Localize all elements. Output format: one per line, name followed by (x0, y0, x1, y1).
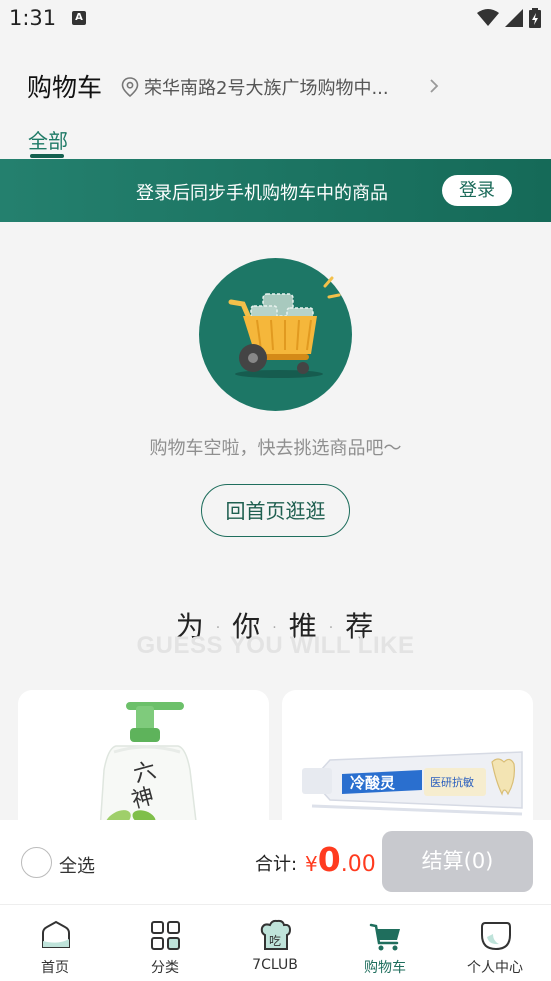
location-pin-icon (121, 77, 139, 97)
login-prompt-text: 登录后同步手机购物车中的商品 (136, 183, 388, 204)
nav-item-7club[interactable]: 吃 7CLUB (220, 905, 330, 981)
svg-text:医研抗敏: 医研抗敏 (430, 775, 474, 789)
empty-cart-illustration (199, 258, 352, 411)
nav-label-category: 分类 (151, 960, 179, 976)
total-amount-decimal: .00 (340, 852, 376, 877)
nav-item-profile[interactable]: 个人中心 (440, 905, 550, 981)
status-icons (477, 8, 541, 28)
profile-icon (481, 922, 511, 951)
svg-text:冷酸灵: 冷酸灵 (350, 774, 396, 792)
currency-symbol: ¥ (305, 852, 318, 876)
cart-summary-bar: 全选 合计: ¥ 0 .00 结算(0) (0, 820, 551, 904)
total-label: 合计: (255, 854, 298, 875)
select-all-label[interactable]: 全选 (59, 852, 95, 878)
nav-label-cart: 购物车 (364, 960, 406, 976)
nav-item-home[interactable]: 首页 (0, 905, 110, 981)
battery-icon (529, 8, 541, 28)
select-all-checkbox[interactable] (21, 847, 52, 878)
login-button[interactable]: 登录 (442, 175, 512, 206)
total-amount: ¥ 0 .00 (305, 840, 376, 879)
bottom-nav: 首页 分类 吃 7CLUB 购物车 个人中心 (0, 904, 551, 981)
page-title: 购物车 (27, 73, 103, 102)
tab-all[interactable]: 全部 (28, 125, 68, 154)
nav-item-category[interactable]: 分类 (110, 905, 220, 981)
nav-item-cart[interactable]: 购物车 (330, 905, 440, 981)
wifi-icon (477, 9, 499, 26)
chevron-right-icon[interactable] (429, 78, 439, 94)
cart-icon (369, 923, 400, 951)
signal-icon (505, 9, 523, 27)
home-icon (42, 920, 70, 948)
location-text: 荣华南路2号大族广场购物中... (144, 78, 389, 99)
a-notification-icon: A (72, 11, 86, 25)
header: 购物车 荣华南路2号大族广场购物中... 全部 (0, 38, 551, 159)
nav-label-profile: 个人中心 (467, 960, 523, 976)
status-bar: 1:31 A (0, 0, 551, 38)
total-amount-integer: 0 (317, 840, 341, 879)
category-icon (151, 921, 180, 950)
login-banner: 登录后同步手机购物车中的商品 登录 (0, 159, 551, 222)
status-time: 1:31 (9, 6, 57, 30)
recommend-subtitle: GUESS YOU WILL LIKE (136, 632, 415, 659)
nav-label-home: 首页 (41, 960, 69, 976)
back-to-home-button[interactable]: 回首页逛逛 (201, 484, 350, 537)
tab-active-indicator (30, 154, 64, 158)
nav-label-7club: 7CLUB (252, 957, 298, 973)
svg-text:吃: 吃 (269, 934, 281, 948)
7club-icon: 吃 (260, 919, 292, 950)
location-selector[interactable]: 荣华南路2号大族广场购物中... (121, 74, 389, 100)
empty-cart-message: 购物车空啦，快去挑选商品吧～ (149, 438, 402, 459)
checkout-button[interactable]: 结算(0) (382, 831, 533, 892)
